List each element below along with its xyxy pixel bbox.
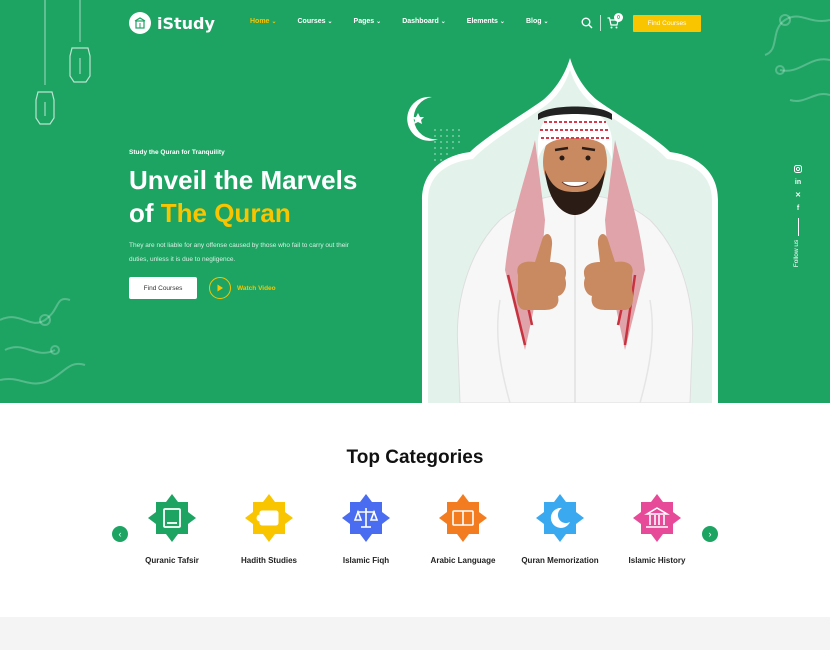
header-divider bbox=[600, 15, 601, 31]
category-badge bbox=[245, 494, 293, 542]
hero-title-line2: of The Quran bbox=[129, 197, 357, 230]
nav-item-dashboard[interactable]: Dashboard ⌄ bbox=[402, 18, 446, 25]
watch-video-button[interactable]: Watch Video bbox=[209, 277, 276, 299]
chevron-down-icon: ⌄ bbox=[543, 19, 549, 25]
category-card[interactable]: Islamic History bbox=[607, 493, 707, 565]
linkedin-icon[interactable]: in bbox=[794, 178, 802, 186]
brand-name: iStudy bbox=[157, 13, 215, 33]
chevron-right-icon: › bbox=[708, 529, 712, 539]
watch-video-label: Watch Video bbox=[237, 284, 276, 292]
chevron-down-icon: ⌄ bbox=[440, 19, 446, 25]
nav-item-blog[interactable]: Blog ⌄ bbox=[526, 18, 549, 25]
category-card[interactable]: Arabic Language bbox=[413, 493, 513, 565]
lantern-decoration bbox=[35, 0, 91, 125]
facebook-icon[interactable]: f bbox=[794, 204, 802, 212]
nav-item-courses[interactable]: Courses ⌄ bbox=[297, 18, 332, 25]
nav-item-elements[interactable]: Elements ⌄ bbox=[467, 18, 505, 25]
category-label: Islamic Fiqh bbox=[342, 556, 390, 565]
brand-logo[interactable]: iStudy bbox=[129, 12, 215, 34]
category-badge bbox=[148, 494, 196, 542]
hero-eyebrow: Study the Quran for Tranquility bbox=[129, 149, 225, 156]
scroll-icon bbox=[256, 510, 279, 526]
chevron-down-icon: ⌄ bbox=[376, 19, 382, 25]
category-label: Arabic Language bbox=[430, 556, 496, 565]
follow-us-label: Follow us bbox=[793, 239, 801, 268]
section-title-categories: Top Categories bbox=[346, 447, 484, 468]
category-label: Quran Memorization bbox=[521, 556, 599, 565]
nav-label: Dashboard bbox=[402, 18, 439, 25]
category-card[interactable]: Quran Memorization bbox=[510, 493, 610, 565]
play-icon bbox=[209, 277, 231, 299]
next-section-band bbox=[0, 617, 830, 650]
category-label: Islamic History bbox=[628, 556, 686, 565]
hero-title-prefix: of bbox=[129, 198, 161, 228]
instagram-icon[interactable] bbox=[794, 165, 802, 173]
category-label: Quranic Tafsir bbox=[145, 556, 199, 565]
find-courses-button-header[interactable]: Find Courses bbox=[633, 15, 701, 32]
search-icon[interactable] bbox=[581, 17, 593, 29]
cart-count-badge: 0 bbox=[614, 13, 623, 22]
category-card[interactable]: Islamic Fiqh bbox=[316, 493, 416, 565]
x-icon[interactable]: ✕ bbox=[794, 191, 802, 199]
nav-item-home[interactable]: Home ⌄ bbox=[250, 18, 276, 25]
nav-label: Home bbox=[250, 18, 270, 25]
chevron-down-icon: ⌄ bbox=[327, 19, 333, 25]
building-icon bbox=[129, 12, 151, 34]
category-card[interactable]: Quranic Tafsir bbox=[122, 493, 222, 565]
category-badge bbox=[439, 494, 487, 542]
nav-label: Blog bbox=[525, 18, 542, 25]
chevron-down-icon: ⌄ bbox=[499, 19, 505, 25]
chevron-down-icon: ⌄ bbox=[271, 19, 277, 25]
hero-title-line1: Unveil the Marvels bbox=[129, 165, 358, 195]
hero-title-accent: The Quran bbox=[160, 198, 291, 228]
floral-decoration-right bbox=[764, 14, 830, 103]
category-badge bbox=[342, 494, 390, 542]
category-badge bbox=[633, 494, 681, 542]
floral-decoration-left bbox=[0, 298, 86, 385]
social-links: in ✕ f bbox=[794, 165, 802, 212]
follow-line bbox=[798, 218, 799, 236]
find-courses-button[interactable]: Find Courses bbox=[129, 277, 197, 299]
person-illustration bbox=[456, 106, 694, 403]
nav-item-pages[interactable]: Pages ⌄ bbox=[354, 18, 382, 25]
category-badge bbox=[536, 494, 584, 542]
hero-description: They are not liable for any offense caus… bbox=[129, 242, 349, 263]
nav-label: Elements bbox=[466, 18, 498, 25]
main-nav: Home ⌄ Courses ⌄ Pages ⌄ Dashboard ⌄ Element… bbox=[250, 18, 570, 25]
hero-title: Unveil the Marvels of The Quran bbox=[129, 164, 357, 230]
category-label: Hadith Studies bbox=[240, 556, 297, 565]
nav-label: Courses bbox=[297, 18, 326, 25]
hero-section: iStudy Home ⌄ Courses ⌄ Pages ⌄ Dashboard ⌄ … bbox=[0, 0, 830, 403]
nav-label: Pages bbox=[353, 18, 375, 25]
category-card[interactable]: Hadith Studies bbox=[219, 493, 319, 565]
